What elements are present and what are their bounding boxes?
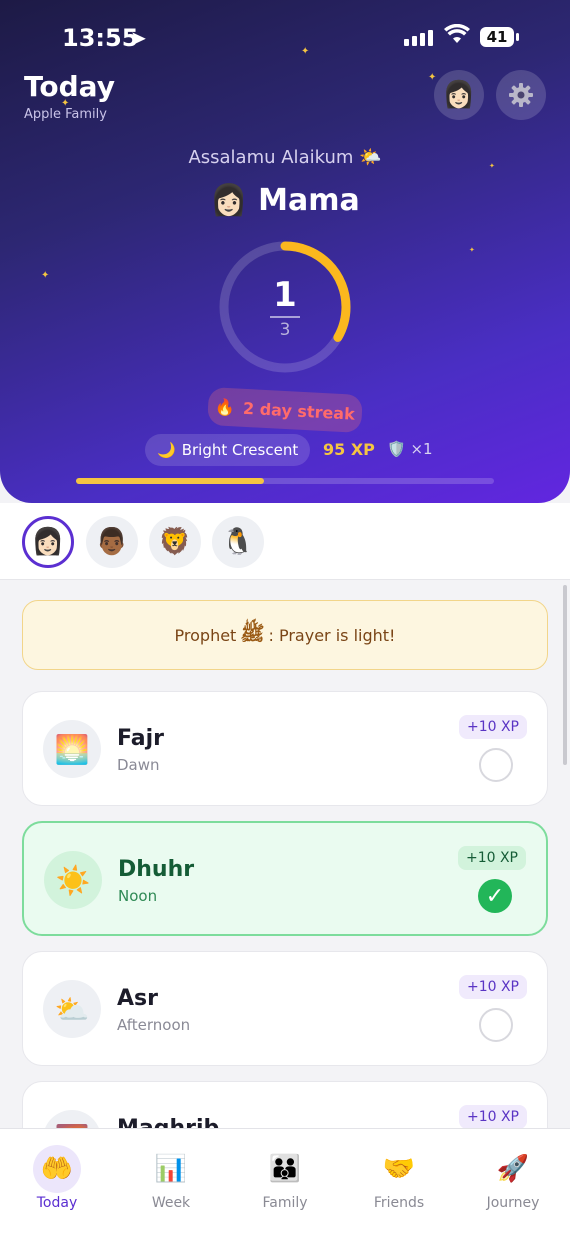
sparkle-icon: ✦ [469, 246, 475, 254]
family-icon: 👪 [268, 1154, 302, 1184]
prayer-name: Maghrib [117, 1116, 219, 1128]
cellular-signal-icon [404, 30, 433, 46]
level-progress-bar [76, 478, 494, 484]
xp-reward-badge: +10 XP [458, 715, 527, 739]
level-progress-fill [76, 478, 265, 484]
prayer-card-dhuhr[interactable]: ☀️ Dhuhr Noon +10 XP ✓ [22, 821, 548, 936]
sun-icon: ☀️ [44, 851, 102, 909]
salawat-honorific: ﷺ [240, 620, 265, 645]
handshake-icon: 🤝 [382, 1154, 416, 1184]
user-name: Mama [258, 183, 360, 218]
tab-label: Today [36, 1195, 78, 1211]
hadith-quote-card: Prophet ﷺ : Prayer is light! [22, 600, 548, 670]
rocket-icon: 🚀 [496, 1154, 530, 1184]
checkmark-icon: ✓ [485, 883, 505, 909]
greeting-text: Assalamu Alaikum 🌤️ [188, 147, 382, 168]
woman-avatar-icon: 👩🏻 [31, 527, 65, 557]
prayer-name: Dhuhr [118, 857, 195, 882]
header-panel: ✦ ✦ ✦ ✦ ✦ ✦ 13:55 ➤ 41 Today Apple Famil… [0, 0, 570, 503]
xp-reward-badge: +10 XP [458, 975, 527, 999]
prayer-card-asr[interactable]: ⛅ Asr Afternoon +10 XP [22, 951, 548, 1066]
status-time: 13:55 [62, 24, 139, 52]
shield-multiplier: 🛡️ ×1 [387, 440, 433, 458]
prayer-name: Fajr [117, 726, 164, 751]
user-avatar-icon: 👩🏻 [210, 183, 248, 218]
member-avatar-penguin[interactable]: 🐧 [212, 516, 264, 568]
crescent-moon-icon: 🌙 [157, 441, 176, 459]
xp-reward-badge: +10 XP [458, 1105, 527, 1128]
status-bar: 13:55 ➤ 41 [0, 0, 570, 70]
prayers-completed-count: 1 [273, 275, 297, 315]
streak-badge: 🔥 2 day streak [207, 386, 363, 434]
member-avatar-man[interactable]: 👨🏾 [86, 516, 138, 568]
user-name-heading: 👩🏻 Mama [0, 183, 570, 218]
prayer-checkbox-checked[interactable]: ✓ [478, 879, 512, 913]
bar-chart-icon: 📊 [154, 1154, 188, 1184]
prayer-checkbox[interactable] [479, 748, 513, 782]
quote-prefix: Prophet [174, 625, 237, 645]
tab-bar: 🤲 Today 📊 Week 👪 Family 🤝 Friends 🚀 Jour… [0, 1128, 570, 1234]
xp-reward-badge: +10 XP [457, 846, 526, 870]
tab-label: Family [262, 1195, 308, 1211]
battery-icon: 41 [480, 27, 519, 47]
prayer-list-scroll[interactable]: Prophet ﷺ : Prayer is light! 🌅 Fajr Dawn… [0, 580, 570, 1128]
man-avatar-icon: 👨🏾 [95, 527, 129, 557]
location-arrow-icon: ➤ [130, 26, 147, 50]
prayer-name: Asr [117, 986, 158, 1011]
sparkle-icon: ✦ [41, 270, 50, 281]
prayer-checkbox[interactable] [479, 1008, 513, 1042]
prayers-total-count: 3 [279, 320, 291, 340]
fraction-divider [270, 316, 300, 318]
tab-week[interactable]: 📊 Week [121, 1145, 221, 1211]
tab-family[interactable]: 👪 Family [235, 1145, 335, 1211]
shield-icon: 🛡️ [387, 440, 406, 458]
member-avatar-mama[interactable]: 👩🏻 [22, 516, 74, 568]
xp-total: 95 XP [323, 440, 375, 459]
family-name: Apple Family [24, 107, 107, 122]
tab-label: Friends [373, 1195, 425, 1211]
sunrise-icon: 🌅 [43, 720, 101, 778]
level-name: Bright Crescent [181, 441, 299, 459]
member-avatar-lion[interactable]: 🦁 [149, 516, 201, 568]
level-badge[interactable]: 🌙 Bright Crescent [145, 434, 311, 466]
tab-label: Week [151, 1195, 191, 1211]
sparkle-icon: ✦ [428, 72, 437, 83]
prayer-time-label: Noon [118, 887, 158, 905]
penguin-avatar-icon: 🐧 [221, 527, 255, 557]
prayer-time-label: Afternoon [117, 1016, 191, 1034]
streak-label: 2 day streak [242, 398, 356, 424]
tab-journey[interactable]: 🚀 Journey [463, 1145, 563, 1211]
gear-icon [509, 83, 533, 107]
prayer-time-label: Dawn [117, 756, 160, 774]
woman-face-icon: 👩🏻 [442, 80, 476, 110]
sun-behind-cloud-icon: ⛅ [43, 980, 101, 1038]
tab-friends[interactable]: 🤝 Friends [349, 1145, 449, 1211]
prayer-card-fajr[interactable]: 🌅 Fajr Dawn +10 XP [22, 691, 548, 806]
profile-avatar-button[interactable]: 👩🏻 [434, 70, 484, 120]
page-title: Today [24, 70, 115, 103]
settings-button[interactable] [496, 70, 546, 120]
lion-avatar-icon: 🦁 [158, 527, 192, 557]
prayer-card-maghrib[interactable]: 🌇 Maghrib +10 XP [22, 1081, 548, 1128]
scrollbar[interactable] [563, 585, 567, 765]
open-hands-icon: 🤲 [33, 1145, 81, 1193]
fire-icon: 🔥 [214, 396, 236, 417]
wifi-icon [444, 23, 470, 50]
family-member-selector: 👩🏻 👨🏾 🦁 🐧 [0, 503, 570, 580]
tab-today[interactable]: 🤲 Today [7, 1145, 107, 1211]
multiplier-label: ×1 [410, 440, 433, 458]
tab-label: Journey [486, 1195, 540, 1211]
quote-text: : Prayer is light! [268, 625, 396, 645]
sunset-icon: 🌇 [43, 1110, 101, 1128]
